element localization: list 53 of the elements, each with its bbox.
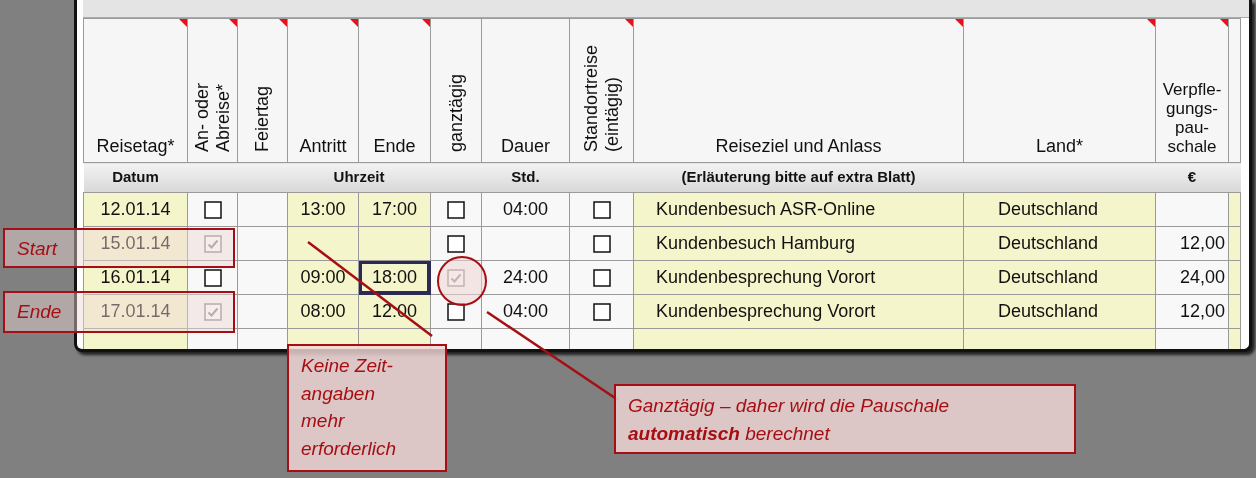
duration-cell: 04:00 (502, 301, 548, 321)
checkbox[interactable] (592, 303, 611, 322)
column-header: Antritt (299, 135, 347, 156)
checkbox[interactable] (203, 235, 222, 254)
column-header: Reisetag* (96, 135, 175, 156)
checkbox[interactable] (203, 269, 222, 288)
country-cell: Deutschland (998, 301, 1099, 321)
checkbox[interactable] (592, 201, 611, 220)
date-cell: 12.01.14 (100, 199, 171, 219)
destination-cell: Kundenbesprechung Vorort (656, 301, 876, 321)
column-header: Land* (1035, 135, 1084, 156)
country-cell: Deutschland (998, 199, 1099, 219)
destination-cell: Kundenbesprechung Vorort (656, 267, 876, 287)
column-header: Standortreise (eintägig) (580, 43, 623, 152)
checkbox[interactable] (592, 235, 611, 254)
time-cell: 09:00 (300, 267, 346, 287)
country-cell: Deutschland (998, 233, 1099, 253)
allowance-cell: 12,00 (1179, 301, 1225, 321)
duration-cell: 24:00 (502, 267, 548, 287)
callout-tooltip: Keine Zeit- angaben mehr erforderlich (287, 344, 447, 472)
time-cell: 17:00 (371, 199, 417, 219)
column-header: ganztägig (445, 73, 467, 152)
checkbox[interactable] (447, 303, 465, 322)
column-group-label: € (1187, 168, 1197, 186)
destination-cell: Kundenbesuch ASR-Online (656, 199, 876, 219)
column-header: Dauer (501, 135, 550, 156)
column-header: Verpfle-gungs-pau-schale (1161, 79, 1223, 156)
column-group-label: Datum (112, 168, 159, 186)
column-group-label: Uhrzeit (333, 168, 385, 186)
date-cell: 17.01.14 (100, 301, 171, 321)
column-header: Reiseziel und Anlass (715, 135, 882, 156)
checkbox[interactable] (592, 269, 611, 288)
checkbox[interactable] (447, 269, 465, 288)
time-cell: 13:00 (300, 199, 346, 219)
checkbox[interactable] (447, 201, 465, 220)
column-header: Feiertag (252, 85, 273, 152)
time-cell: 08:00 (300, 301, 346, 321)
column-header: Ende (373, 135, 416, 156)
callout-tooltip: Ganztägig – daher wird die Pauschale automatisch berechnet (614, 384, 1076, 454)
allowance-cell: 12,00 (1179, 233, 1225, 253)
column-header: An- oder Abreise* (191, 81, 234, 152)
highlight-circle (437, 256, 487, 306)
allowance-cell: 24,00 (1179, 267, 1225, 287)
column-group-label: Std. (511, 168, 540, 186)
date-cell: 16.01.14 (100, 267, 171, 287)
checkbox[interactable] (447, 235, 465, 254)
column-group-label: (Erläuterung bitte auf extra Blatt) (681, 168, 916, 186)
destination-cell: Kundenbesuch Hamburg (656, 233, 856, 253)
checkbox[interactable] (203, 201, 222, 220)
country-cell: Deutschland (998, 267, 1099, 287)
duration-cell: 04:00 (502, 199, 548, 219)
date-cell: 15.01.14 (100, 233, 171, 253)
checkbox[interactable] (203, 303, 222, 322)
